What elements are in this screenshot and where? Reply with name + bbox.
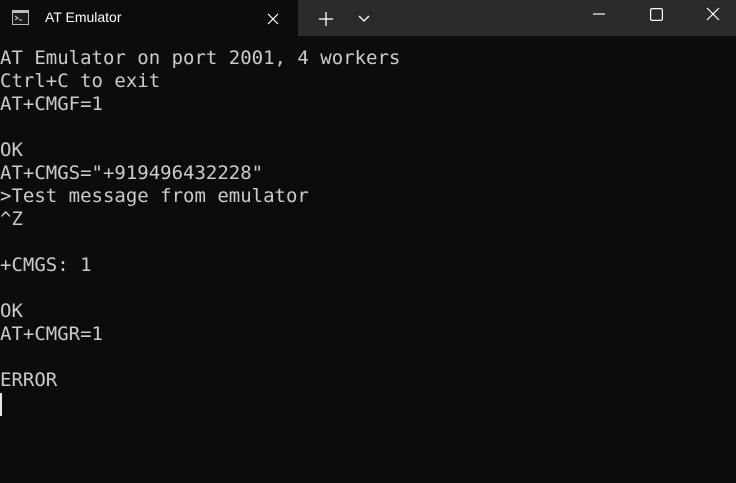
title-bar: AT Emulator (0, 0, 736, 36)
tab-close-icon[interactable] (262, 8, 284, 30)
tab-title: AT Emulator (45, 9, 122, 25)
maximize-icon[interactable] (631, 0, 681, 28)
terminal-line: +CMGS: 1 (0, 254, 92, 276)
terminal-icon (12, 10, 29, 25)
terminal-line: AT+CMGR=1 (0, 323, 103, 345)
window-close-icon[interactable] (688, 0, 736, 28)
tab-dropdown-chevron-down-icon[interactable] (350, 6, 378, 32)
text-cursor (0, 393, 2, 416)
terminal-line: AT Emulator on port 2001, 4 workers (0, 47, 401, 69)
terminal-output[interactable]: AT Emulator on port 2001, 4 workers Ctrl+… (0, 47, 736, 483)
terminal-line: >Test message from emulator (0, 185, 309, 207)
terminal-line: OK (0, 139, 23, 161)
new-tab-plus-icon[interactable] (312, 6, 340, 32)
tab-at-emulator[interactable]: AT Emulator (0, 0, 298, 36)
terminal-line: ERROR (0, 369, 58, 391)
terminal-line: AT+CMGF=1 (0, 93, 103, 115)
minimize-icon[interactable] (574, 0, 624, 28)
terminal-line: AT+CMGS="+919496432228" (0, 162, 264, 184)
terminal-line: ^Z (0, 208, 23, 230)
terminal-line: Ctrl+C to exit (0, 70, 161, 92)
terminal-window: AT Emulator AT Emulator on port 2001, 4 … (0, 0, 736, 483)
terminal-line: OK (0, 300, 23, 322)
